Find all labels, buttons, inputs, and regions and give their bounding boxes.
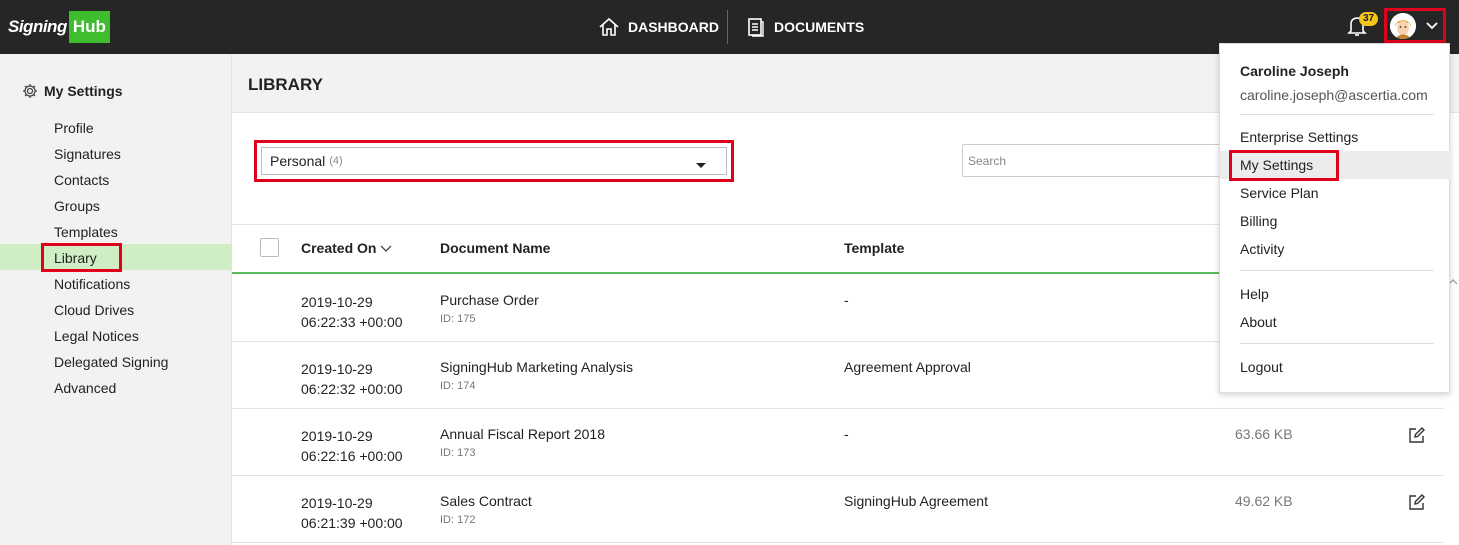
row-time: 06:22:33 +00:00 [301,314,403,330]
row-created-on: 2019-10-29 06:22:33 +00:00 [301,292,403,332]
documents-icon [748,18,764,37]
sidebar-title: My Settings [22,83,123,99]
user-avatar-icon [1390,12,1416,39]
row-template: - [844,426,849,442]
row-created-on: 2019-10-29 06:21:39 +00:00 [301,493,403,533]
column-document-name[interactable]: Document Name [440,240,550,256]
row-created-on: 2019-10-29 06:22:32 +00:00 [301,359,403,399]
row-document-name[interactable]: Purchase Order [440,292,539,308]
row-document-id: ID: 175 [440,313,476,325]
sidebar-item-notifications[interactable]: Notifications [54,272,130,296]
sort-chevron-down-icon [381,245,392,252]
menu-item-billing[interactable]: Billing [1240,213,1277,229]
chevron-down-icon [1426,21,1438,29]
sidebar-item-groups[interactable]: Groups [54,194,100,218]
menu-divider [1240,114,1434,115]
sidebar-item-legal-notices[interactable]: Legal Notices [54,324,139,348]
nav-dashboard-label: DASHBOARD [628,19,719,35]
sidebar-item-advanced[interactable]: Advanced [54,376,116,400]
settings-sidebar: My Settings Profile Signatures Contacts … [0,54,232,545]
menu-divider [1240,270,1434,271]
nav-divider [727,10,728,44]
menu-item-service-plan[interactable]: Service Plan [1240,185,1319,201]
logo-text-hub: Hub [68,11,110,43]
edit-icon[interactable] [1408,426,1426,444]
row-template: - [844,292,849,308]
row-document-name[interactable]: Sales Contract [440,493,532,509]
row-document-id: ID: 174 [440,380,476,392]
column-created-on-label: Created On [301,240,377,256]
library-filter-select[interactable]: Personal (4) [261,147,727,175]
notification-badge: 37 [1359,12,1379,26]
menu-item-logout[interactable]: Logout [1240,359,1283,375]
sidebar-item-profile[interactable]: Profile [54,116,94,140]
row-date: 2019-10-29 [301,428,373,444]
edit-icon[interactable] [1408,493,1426,511]
page-title: LIBRARY [248,75,323,94]
row-file-size: 49.62 KB [1235,493,1293,509]
menu-divider [1240,343,1434,344]
row-document-id: ID: 172 [440,514,476,526]
menu-item-help[interactable]: Help [1240,286,1269,302]
select-all-checkbox[interactable] [260,238,279,257]
row-time: 06:22:32 +00:00 [301,381,403,397]
library-filter-highlight: Personal (4) [254,140,734,182]
table-row[interactable]: 2019-10-29 06:22:16 +00:00 Annual Fiscal… [232,409,1444,476]
search-input[interactable] [962,144,1222,177]
row-date: 2019-10-29 [301,361,373,377]
logo-text-signing: Signing [8,17,67,36]
row-template: Agreement Approval [844,359,971,375]
library-filter-value: Personal [270,153,326,169]
sidebar-title-label: My Settings [44,83,123,99]
user-email: caroline.joseph@ascertia.com [1240,87,1428,103]
column-created-on[interactable]: Created On [301,240,393,256]
caret-down-icon [696,163,706,168]
menu-item-activity[interactable]: Activity [1240,241,1284,257]
menu-item-about[interactable]: About [1240,314,1277,330]
sidebar-item-signatures[interactable]: Signatures [54,142,121,166]
row-file-size: 63.66 KB [1235,426,1293,442]
gear-icon [23,84,37,98]
row-document-name[interactable]: Annual Fiscal Report 2018 [440,426,605,442]
table-row[interactable]: 2019-10-29 06:21:39 +00:00 Sales Contrac… [232,476,1444,543]
sidebar-item-templates[interactable]: Templates [54,220,118,244]
library-filter-count: (4) [329,155,343,167]
library-highlight-box [41,243,122,272]
signinghub-logo[interactable]: Signing Hub [8,10,110,44]
user-name: Caroline Joseph [1240,63,1349,79]
nav-documents[interactable]: DOCUMENTS [746,0,864,54]
user-dropdown-menu: Caroline Joseph caroline.joseph@ascertia… [1219,43,1451,393]
column-template[interactable]: Template [844,240,904,256]
row-time: 06:21:39 +00:00 [301,515,403,531]
row-time: 06:22:16 +00:00 [301,448,403,464]
my-settings-highlight-box [1229,150,1339,181]
nav-documents-label: DOCUMENTS [774,19,865,35]
user-menu-toggle[interactable] [1384,8,1446,43]
row-created-on: 2019-10-29 06:22:16 +00:00 [301,426,403,466]
row-date: 2019-10-29 [301,495,373,511]
row-template: SigningHub Agreement [844,493,988,509]
home-icon [599,17,619,36]
sidebar-item-delegated-signing[interactable]: Delegated Signing [54,350,168,374]
sidebar-item-contacts[interactable]: Contacts [54,168,109,192]
sidebar-item-cloud-drives[interactable]: Cloud Drives [54,298,134,322]
row-date: 2019-10-29 [301,294,373,310]
avatar [1390,12,1416,39]
row-document-name[interactable]: SigningHub Marketing Analysis [440,359,633,375]
row-document-id: ID: 173 [440,447,476,459]
nav-dashboard[interactable]: DASHBOARD [598,0,719,54]
menu-item-enterprise-settings[interactable]: Enterprise Settings [1240,129,1358,145]
